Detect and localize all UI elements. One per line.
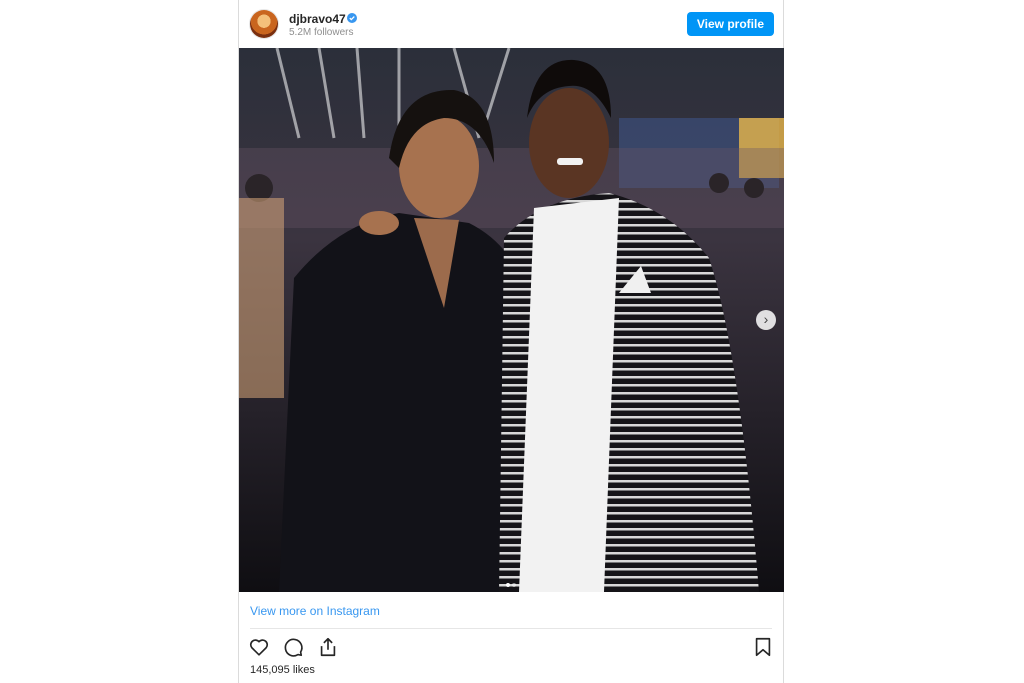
comment-icon[interactable] xyxy=(282,636,304,658)
username[interactable]: djbravo47 xyxy=(289,12,346,26)
verified-badge-icon xyxy=(347,13,357,23)
heart-icon[interactable] xyxy=(248,636,270,658)
view-more-link[interactable]: View more on Instagram xyxy=(250,604,380,618)
photo-illustration xyxy=(239,48,784,592)
avatar[interactable] xyxy=(250,10,278,38)
view-profile-button[interactable]: View profile xyxy=(686,12,774,36)
instagram-embed: djbravo47 5.2M followers View profile › … xyxy=(238,0,784,683)
carousel-dot-active xyxy=(506,583,510,587)
bookmark-icon[interactable] xyxy=(752,636,774,658)
followers-count: 5.2M followers xyxy=(289,27,354,38)
post-header: djbravo47 5.2M followers View profile xyxy=(239,0,783,48)
carousel-dot xyxy=(512,583,516,587)
divider xyxy=(250,628,772,629)
share-icon[interactable] xyxy=(317,636,339,658)
carousel-indicator xyxy=(505,574,517,587)
post-photo[interactable]: › xyxy=(239,48,784,592)
action-bar xyxy=(248,636,347,658)
carousel-next-button[interactable]: › xyxy=(756,310,776,330)
likes-count: 145,095 likes xyxy=(250,664,315,676)
chevron-right-icon: › xyxy=(763,311,769,327)
